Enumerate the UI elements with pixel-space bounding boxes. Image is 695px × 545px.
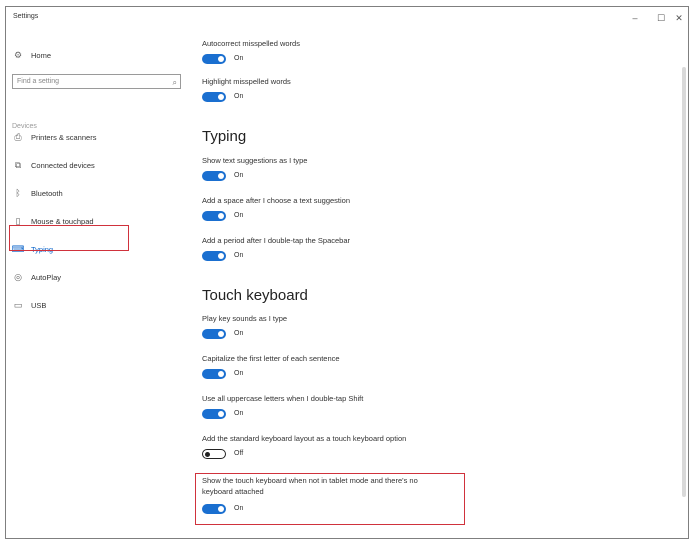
capitalize-label: Capitalize the first letter of each sent…: [202, 354, 340, 363]
bluetooth-icon: ᛒ: [15, 188, 21, 198]
search-icon: ⌕: [172, 78, 177, 87]
sidebar-item-connected-devices[interactable]: ⧉ Connected devices: [12, 157, 182, 173]
capitalize-toggle[interactable]: [202, 369, 226, 379]
autocorrect-state: On: [234, 55, 244, 62]
sidebar-item-bluetooth[interactable]: ᛒ Bluetooth: [12, 185, 182, 201]
suggestions-state: On: [234, 172, 244, 179]
sidebar-item-label: Connected devices: [31, 160, 95, 170]
typing-heading: Typing: [202, 128, 247, 145]
sidebar: ⚙ Home Find a setting ⌕ Devices ⎙ Printe…: [6, 31, 189, 538]
add-period-label: Add a period after I double-tap the Spac…: [202, 236, 351, 245]
add-period-state: On: [234, 252, 244, 259]
key-sounds-toggle[interactable]: [202, 329, 226, 339]
suggestions-label: Show text suggestions as I type: [202, 156, 308, 165]
printer-icon: ⎙: [14, 131, 22, 142]
sidebar-item-label: Printers & scanners: [31, 132, 97, 142]
standard-layout-toggle[interactable]: [202, 449, 226, 459]
standard-layout-label: Add the standard keyboard layout as a to…: [202, 434, 407, 443]
sidebar-item-label: Bluetooth: [31, 188, 63, 198]
suggestions-toggle[interactable]: [202, 171, 226, 181]
window-title: Settings: [13, 13, 39, 20]
uppercase-state: On: [234, 410, 244, 417]
uppercase-toggle[interactable]: [202, 409, 226, 419]
sidebar-home-label: Home: [31, 50, 52, 60]
minimize-button[interactable]: –: [626, 12, 644, 24]
highlight-state: On: [234, 93, 244, 100]
capitalize-state: On: [234, 370, 244, 377]
usb-icon: ▭: [13, 299, 23, 310]
scrollbar[interactable]: [682, 67, 686, 497]
add-space-label: Add a space after I choose a text sugges…: [202, 196, 351, 205]
key-sounds-label: Play key sounds as I type: [202, 314, 288, 323]
connected-devices-icon: ⧉: [14, 159, 22, 170]
uppercase-label: Use all uppercase letters when I double-…: [202, 394, 364, 403]
settings-window: Settings – ☐ ✕ ⚙ Home Find a setting ⌕ D…: [5, 6, 689, 539]
sidebar-item-autoplay[interactable]: ◎ AutoPlay: [12, 269, 182, 285]
sidebar-home[interactable]: ⚙ Home: [12, 47, 182, 63]
sidebar-item-label: AutoPlay: [31, 272, 62, 282]
search-placeholder: Find a setting: [17, 78, 60, 85]
add-space-state: On: [234, 212, 244, 219]
autoplay-icon: ◎: [14, 271, 22, 282]
add-space-toggle[interactable]: [202, 211, 226, 221]
key-sounds-state: On: [234, 330, 244, 337]
close-button[interactable]: ✕: [670, 12, 688, 24]
autocorrect-label: Autocorrect misspelled words: [202, 39, 300, 48]
typing-highlight-box: [9, 225, 129, 251]
add-period-toggle[interactable]: [202, 251, 226, 261]
sidebar-item-printers[interactable]: ⎙ Printers & scanners: [12, 129, 182, 145]
standard-layout-state: Off: [234, 450, 244, 457]
sidebar-item-usb[interactable]: ▭ USB: [12, 297, 182, 313]
maximize-button[interactable]: ☐: [652, 12, 670, 24]
title-bar: Settings – ☐ ✕: [6, 7, 688, 31]
search-input[interactable]: Find a setting ⌕: [12, 74, 181, 89]
main-content: Autocorrect misspelled words On Highligh…: [191, 31, 671, 538]
highlight-label: Highlight misspelled words: [202, 77, 291, 86]
gear-icon: ⚙: [13, 49, 23, 60]
touch-keyboard-heading: Touch keyboard: [202, 287, 308, 304]
highlight-toggle[interactable]: [202, 92, 226, 102]
touch-keyboard-highlight-box: [195, 473, 465, 525]
sidebar-item-label: USB: [31, 300, 47, 310]
autocorrect-toggle[interactable]: [202, 54, 226, 64]
